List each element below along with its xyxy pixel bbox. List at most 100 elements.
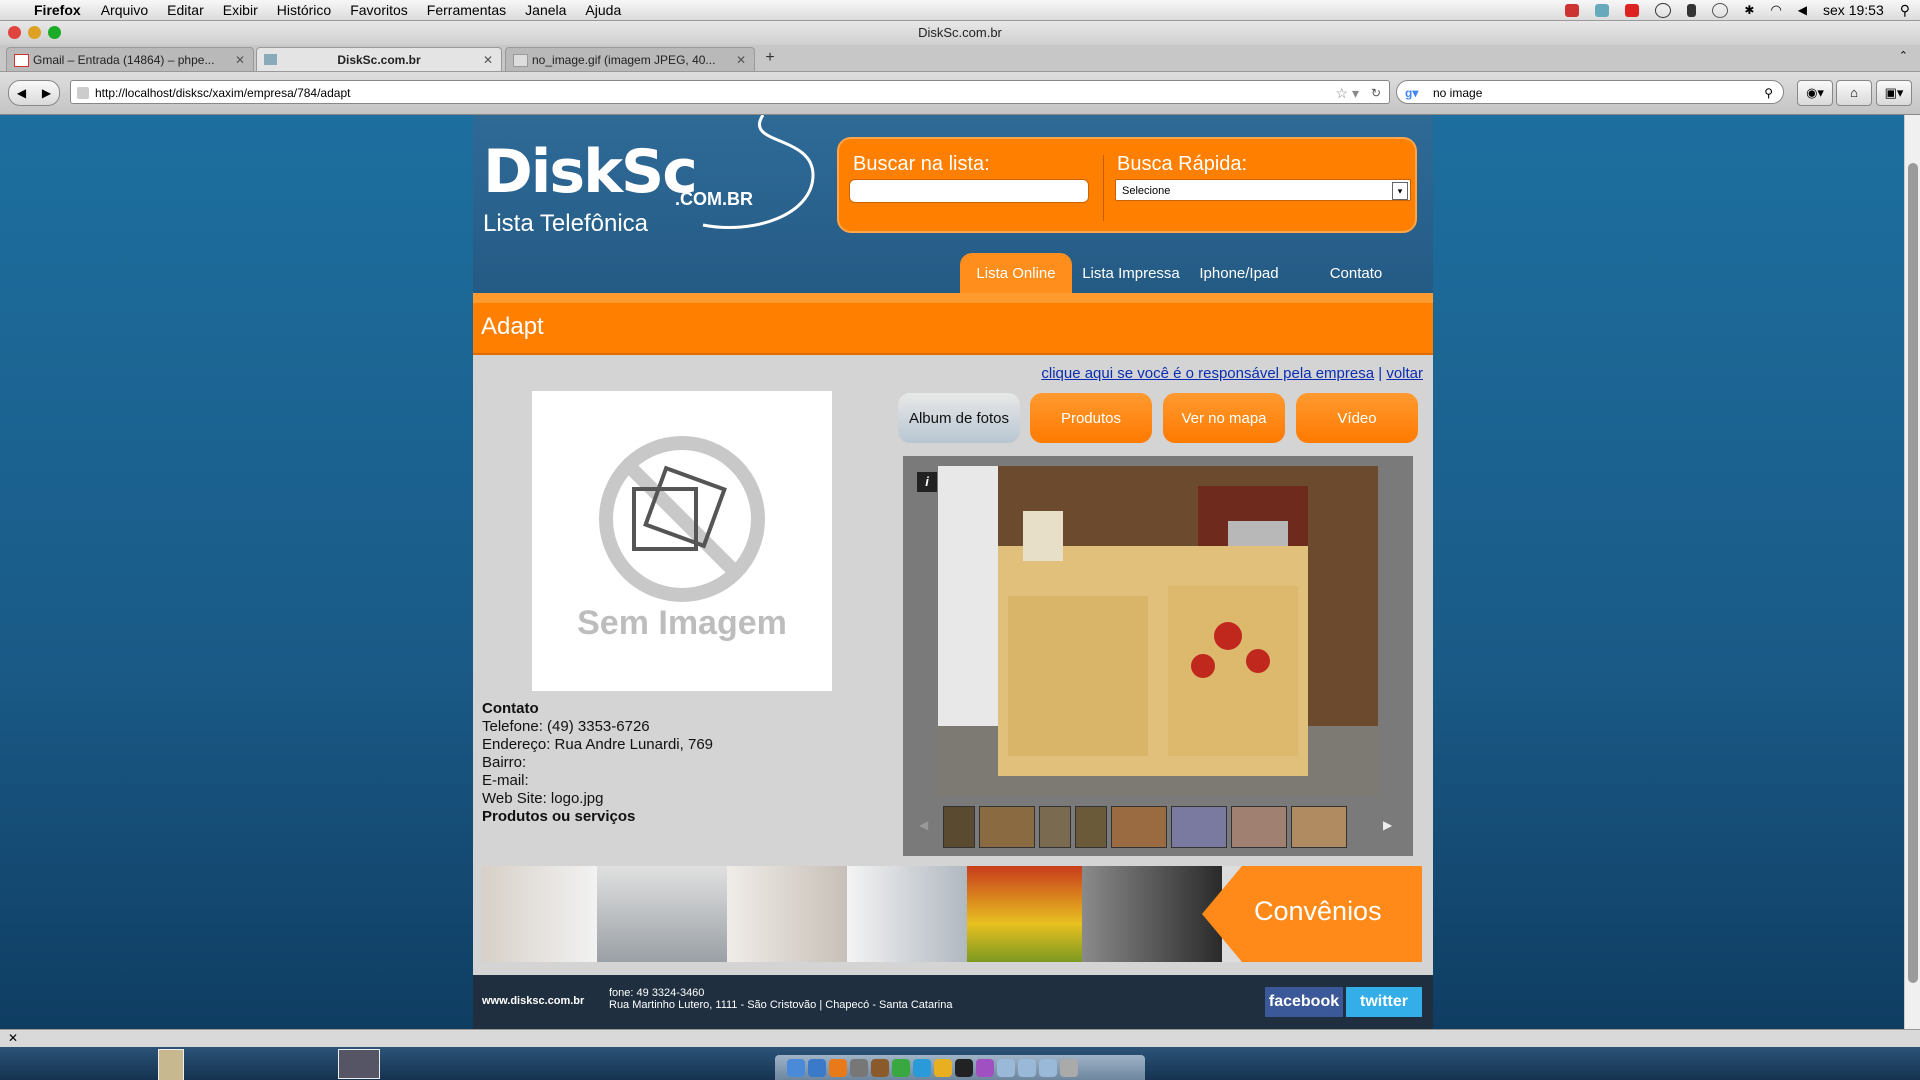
gallery-main-photo[interactable] bbox=[938, 466, 1378, 796]
footer-url[interactable]: www.disksc.com.br bbox=[482, 995, 584, 1007]
video-button[interactable]: Vídeo bbox=[1296, 393, 1418, 443]
addon-button[interactable]: ◉▾ bbox=[1797, 80, 1833, 106]
gallery-thumbnail[interactable] bbox=[979, 806, 1035, 848]
folder-icon[interactable] bbox=[1018, 1058, 1036, 1077]
zoom-window-icon[interactable] bbox=[48, 26, 61, 39]
notification-icon[interactable] bbox=[1625, 3, 1640, 17]
accessibility-icon[interactable] bbox=[1655, 2, 1672, 18]
menu-item-ajuda[interactable]: Ajuda bbox=[585, 2, 621, 18]
app-icon[interactable] bbox=[871, 1058, 889, 1077]
gallery-thumbnail[interactable] bbox=[1075, 806, 1107, 848]
app-icon[interactable] bbox=[892, 1058, 910, 1077]
safari-icon[interactable] bbox=[808, 1058, 826, 1077]
menu-app-name[interactable]: Firefox bbox=[34, 2, 81, 18]
scrollbar-thumb[interactable] bbox=[1908, 163, 1918, 983]
search-list-input[interactable] bbox=[849, 179, 1089, 203]
site-identity-icon[interactable] bbox=[77, 87, 89, 99]
tab-disksc[interactable]: DiskSc.com.br ✕ bbox=[256, 47, 502, 71]
firefox-icon[interactable] bbox=[829, 1058, 847, 1077]
banner-photo bbox=[847, 866, 967, 962]
new-tab-button[interactable]: + bbox=[758, 47, 782, 69]
tab-no-image[interactable]: no_image.gif (imagem JPEG, 40... ✕ bbox=[505, 47, 755, 71]
bookmark-star-icon[interactable]: ☆ ▾ bbox=[1336, 81, 1359, 105]
search-divider bbox=[1103, 155, 1104, 221]
search-input[interactable]: no image bbox=[1433, 86, 1482, 100]
facebook-button[interactable]: facebook bbox=[1265, 987, 1343, 1017]
volume-icon[interactable]: ◀ bbox=[1798, 3, 1807, 17]
skype-icon[interactable] bbox=[913, 1058, 931, 1077]
terminal-icon[interactable] bbox=[955, 1058, 973, 1077]
bookmarks-button[interactable]: ▣▾ bbox=[1876, 80, 1912, 106]
album-button[interactable]: Album de fotos bbox=[898, 393, 1020, 443]
nav-contato[interactable]: Contato bbox=[1311, 253, 1401, 293]
map-button[interactable]: Ver no mapa bbox=[1163, 393, 1285, 443]
twitter-button[interactable]: twitter bbox=[1346, 987, 1422, 1017]
wifi-icon[interactable]: ◠ bbox=[1770, 2, 1781, 18]
menu-item-arquivo[interactable]: Arquivo bbox=[101, 2, 148, 18]
forward-button[interactable]: ▶ bbox=[34, 81, 59, 105]
close-tab-icon[interactable]: ✕ bbox=[235, 48, 245, 71]
close-window-icon[interactable] bbox=[8, 26, 21, 39]
dock-minimized-window[interactable] bbox=[158, 1049, 184, 1080]
footer-address: Rua Martinho Lutero, 1111 - São Cristovã… bbox=[609, 999, 953, 1011]
info-icon[interactable]: i bbox=[917, 472, 937, 492]
products-button[interactable]: Produtos bbox=[1030, 393, 1152, 443]
app-icon[interactable] bbox=[976, 1058, 994, 1077]
menu-item-editar[interactable]: Editar bbox=[167, 2, 204, 18]
search-bar[interactable]: g▾ no image ⚲ bbox=[1396, 80, 1784, 104]
convenios-banner[interactable]: Convênios bbox=[482, 866, 1422, 962]
status-app-icon[interactable] bbox=[1565, 3, 1580, 17]
banner-photo bbox=[1082, 866, 1222, 962]
menu-item-historico[interactable]: Histórico bbox=[277, 2, 331, 18]
nav-lista-impressa[interactable]: Lista Impressa bbox=[1076, 253, 1186, 293]
app-icon[interactable] bbox=[934, 1058, 952, 1077]
vertical-scrollbar[interactable] bbox=[1904, 115, 1920, 1029]
tab-list-icon[interactable]: ⌃ bbox=[1899, 49, 1908, 62]
menu-item-favoritos[interactable]: Favoritos bbox=[350, 2, 408, 18]
menu-item-exibir[interactable]: Exibir bbox=[223, 2, 258, 18]
quick-search-select[interactable]: Selecione ▾ bbox=[1115, 179, 1411, 201]
gallery-thumbnail[interactable] bbox=[1231, 806, 1287, 848]
contact-district: Bairro: bbox=[482, 754, 527, 771]
search-icon[interactable]: ⚲ bbox=[1764, 81, 1773, 105]
search-list-label: Buscar na lista: bbox=[853, 153, 990, 175]
menu-item-janela[interactable]: Janela bbox=[525, 2, 566, 18]
url-bar[interactable]: http://localhost/disksc/xaxim/empresa/78… bbox=[70, 80, 1390, 104]
nav-iphone-ipad[interactable]: Iphone/Ipad bbox=[1189, 253, 1289, 293]
trash-icon[interactable] bbox=[1060, 1058, 1078, 1077]
sync-icon[interactable] bbox=[1595, 3, 1610, 17]
gallery-prev-icon[interactable]: ◀ bbox=[919, 818, 928, 832]
menu-clock[interactable]: sex 19:53 bbox=[1823, 2, 1884, 18]
gallery-thumbnail[interactable] bbox=[1291, 806, 1347, 848]
bluetooth-icon[interactable]: ✱ bbox=[1744, 3, 1754, 17]
back-link[interactable]: voltar bbox=[1386, 365, 1423, 382]
time-machine-icon[interactable] bbox=[1712, 2, 1729, 18]
folder-icon[interactable] bbox=[1039, 1058, 1057, 1077]
nav-lista-online[interactable]: Lista Online bbox=[960, 253, 1072, 293]
finder-icon[interactable] bbox=[787, 1058, 805, 1077]
close-tab-icon[interactable]: ✕ bbox=[736, 48, 746, 71]
menu-item-ferramentas[interactable]: Ferramentas bbox=[427, 2, 506, 18]
tab-gmail[interactable]: Gmail – Entrada (14864) – phpe... ✕ bbox=[6, 47, 254, 71]
gallery-next-icon[interactable]: ▶ bbox=[1383, 818, 1392, 832]
reload-icon[interactable]: ↻ bbox=[1371, 81, 1381, 105]
chevron-down-icon[interactable]: ▾ bbox=[1392, 182, 1408, 200]
contact-heading: Contato bbox=[482, 700, 539, 717]
gallery-thumbnail[interactable] bbox=[943, 806, 975, 848]
spotlight-icon[interactable]: ⚲ bbox=[1900, 2, 1910, 19]
google-icon[interactable]: g▾ bbox=[1405, 86, 1419, 100]
home-button[interactable]: ⌂ bbox=[1836, 80, 1872, 106]
gallery-thumbnail[interactable] bbox=[1171, 806, 1227, 848]
site-logo[interactable]: DiskSc bbox=[483, 137, 698, 207]
responsible-link[interactable]: clique aqui se você é o responsável pela… bbox=[1041, 365, 1374, 382]
minimize-window-icon[interactable] bbox=[28, 26, 41, 39]
gallery-thumbnail[interactable] bbox=[1039, 806, 1071, 848]
dock-minimized-window[interactable] bbox=[338, 1049, 380, 1079]
close-tab-icon[interactable]: ✕ bbox=[483, 48, 493, 71]
close-addon-bar-icon[interactable]: ✕ bbox=[8, 1031, 18, 1045]
back-button[interactable]: ◀ bbox=[9, 81, 34, 105]
lock-icon[interactable] bbox=[1687, 3, 1697, 17]
app-icon[interactable] bbox=[850, 1058, 868, 1077]
gallery-thumbnail[interactable] bbox=[1111, 806, 1167, 848]
folder-icon[interactable] bbox=[997, 1058, 1015, 1077]
